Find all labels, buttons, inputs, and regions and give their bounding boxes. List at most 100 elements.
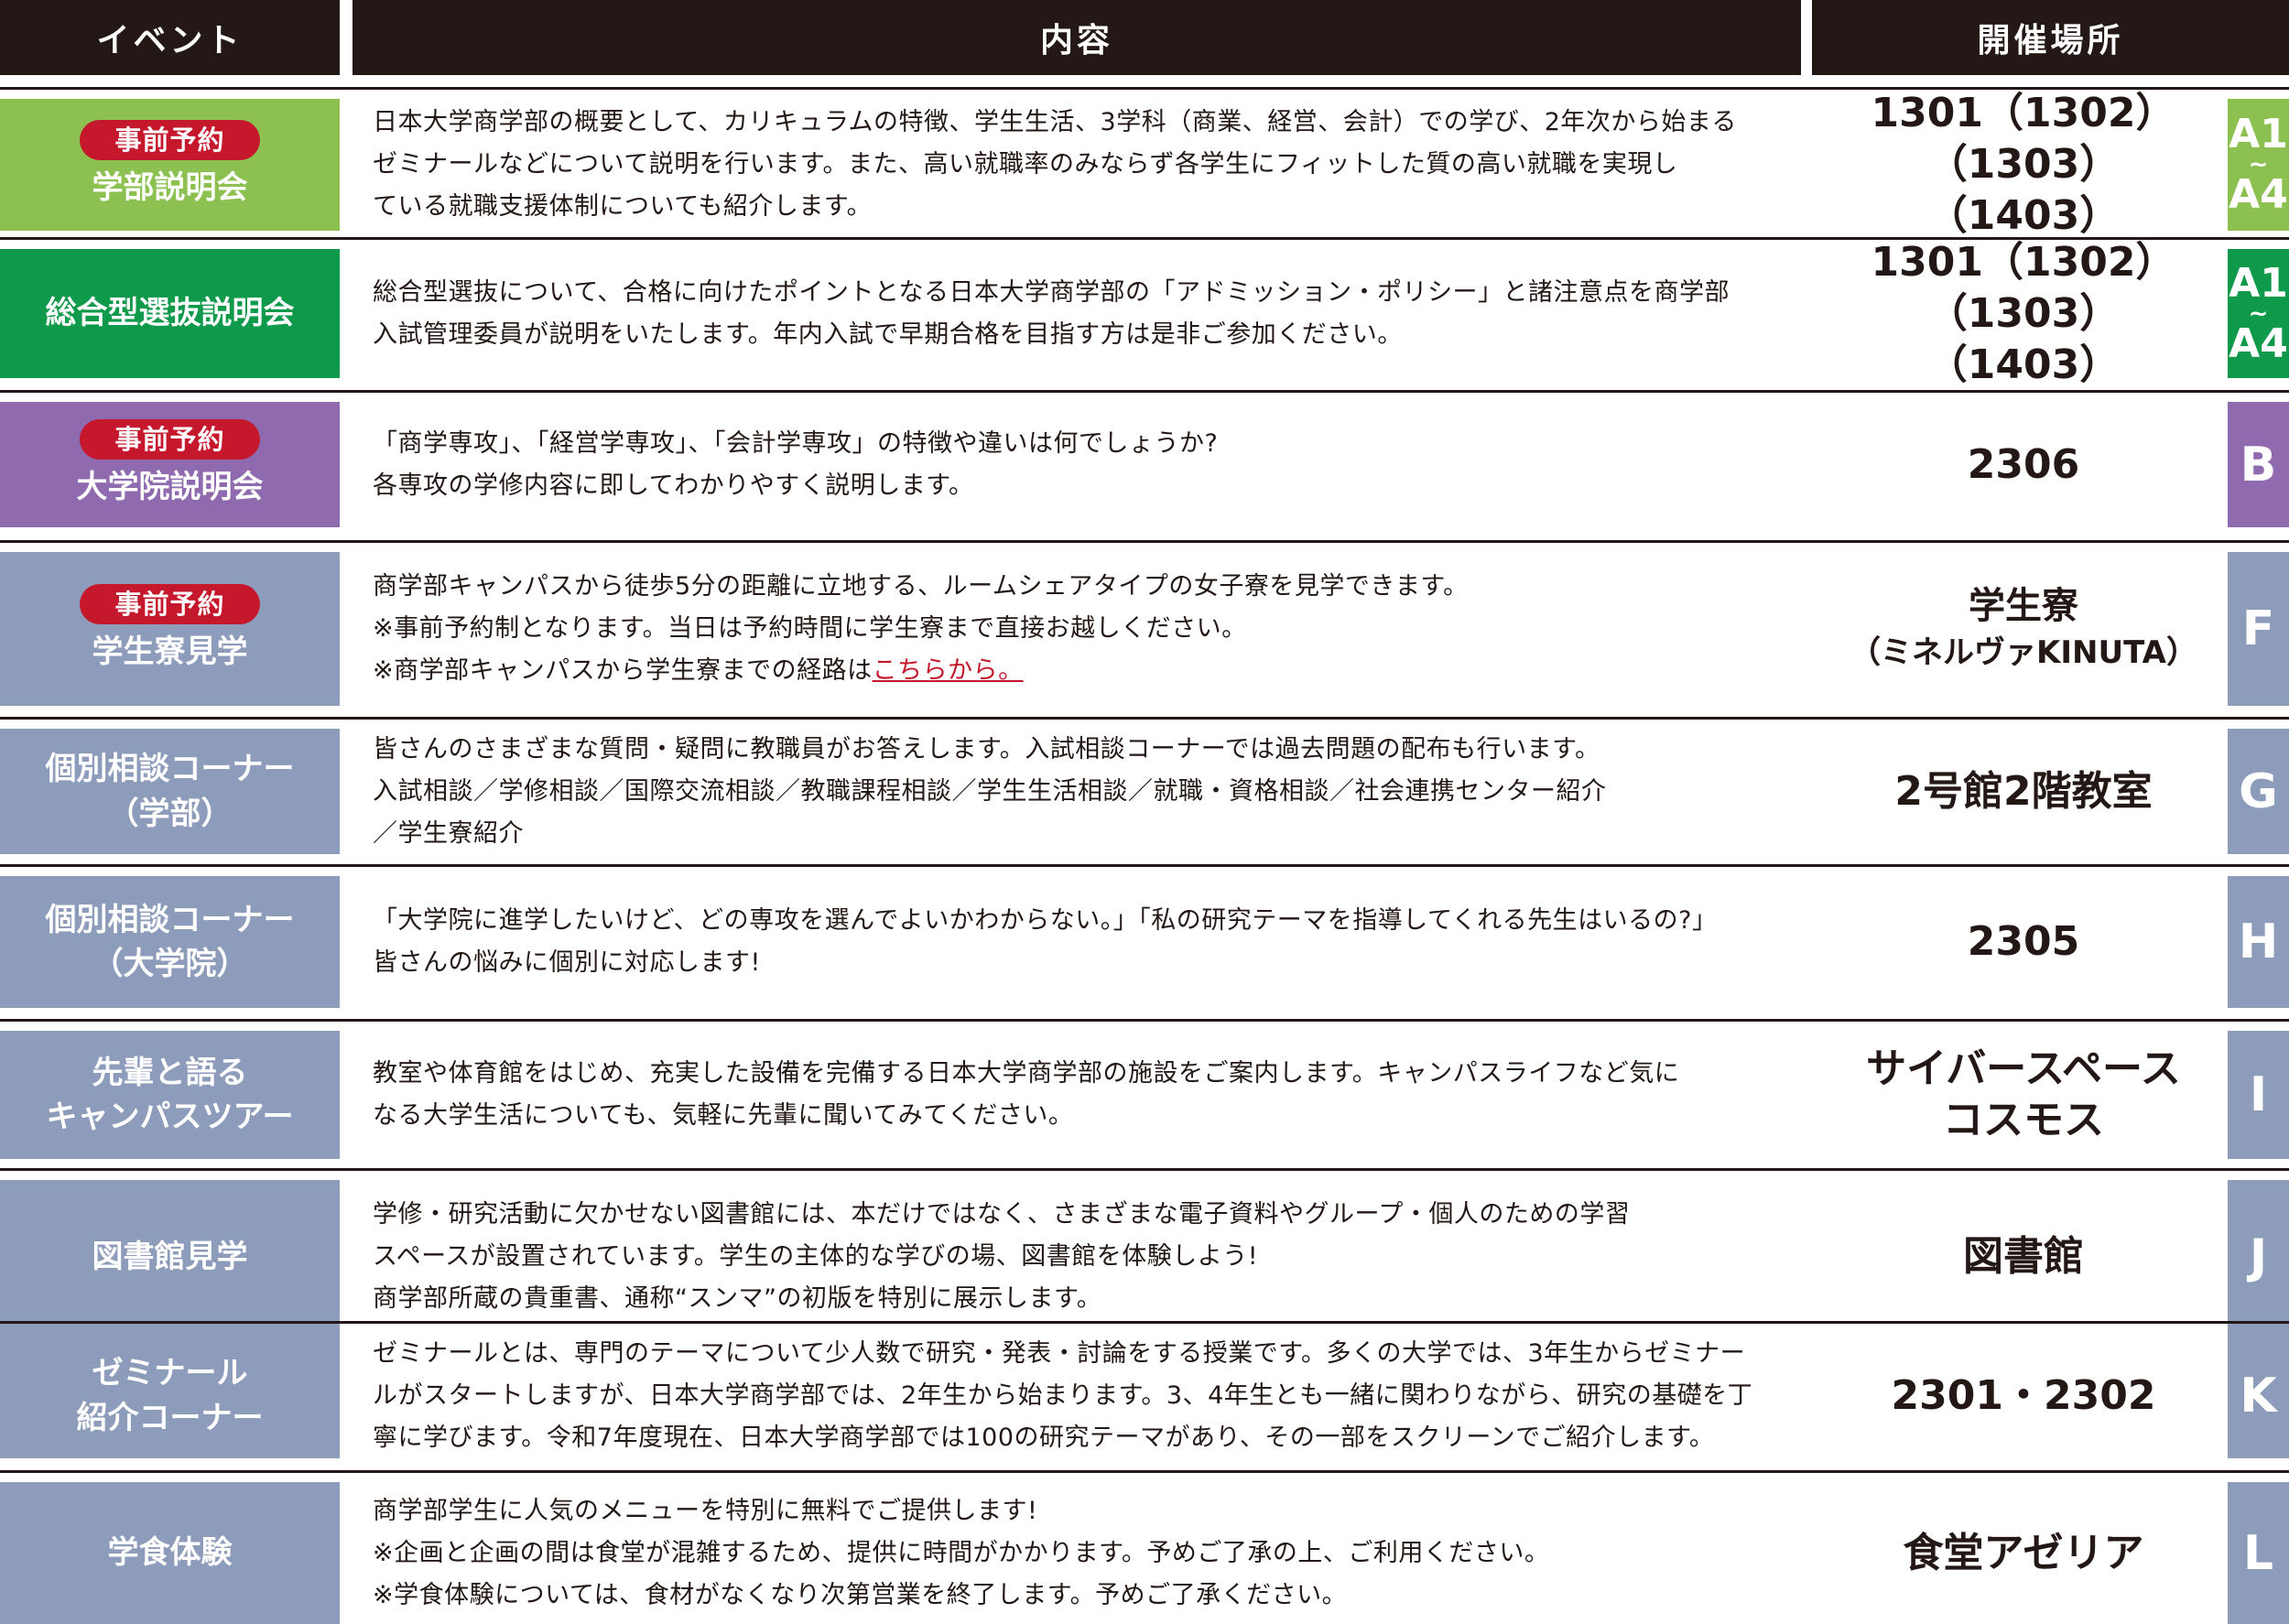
description-text: 寧に学びます。令和7年度現在、日本大学商学部では100の研究テーマがあり、その一… (373, 1423, 1715, 1452)
event-cell: 図書館見学 (0, 1180, 340, 1334)
event-cell: 事前予約 学部説明会 (0, 99, 340, 231)
area-code: B (2240, 437, 2277, 493)
description-text: ※企画と企画の間は食堂が混雑するため、提供に時間がかかります。予めご了承の上、ご… (373, 1538, 1550, 1567)
venue-name: （1403） (1926, 192, 2121, 239)
area-code: G (2239, 763, 2278, 819)
event-title: 学食体験 (107, 1534, 233, 1572)
venue-name: コスモス (1943, 1097, 2104, 1143)
area-code: K (2240, 1368, 2277, 1424)
description-text: ※事前予約制となります。当日は予約時間に学生寮まで直接お越しください。 (373, 614, 1247, 643)
area-code: J (2249, 1229, 2268, 1284)
event-cell: 事前予約 学生寮見学 (0, 552, 340, 706)
table-row: 総合型選抜説明会 総合型選抜について、合格に向けたポイントとなる日本大学商学部の「… (0, 237, 2289, 388)
event-cell: 先輩と語るキャンパスツアー (0, 1031, 340, 1159)
description-line: ゼミナールとは、専門のテーマについて少人数で研究・発表・討論をする授業です。多く… (373, 1333, 1801, 1375)
venue-name: 2301・2302 (1891, 1371, 2156, 1419)
area-code: H (2238, 915, 2279, 969)
event-title: ゼミナール (92, 1355, 248, 1392)
area-code: I (2249, 1067, 2268, 1122)
reservation-badge: 事前予約 (80, 583, 260, 624)
venue-cell: 学生寮 （ミネルヴァKINUTA） (1812, 552, 2235, 706)
table-row: 先輩と語るキャンパスツアー 教室や体育館をはじめ、充実した設備を完備する日本大学商… (0, 1019, 2289, 1159)
description-line: ている就職支援体制についても紹介します。 (373, 186, 1801, 228)
description-text: 皆さんのさまざまな質問・疑問に教職員がお答えします。入試相談コーナーでは過去問題… (373, 734, 1600, 763)
venue-cell: 食堂アゼリア (1812, 1482, 2235, 1624)
description-text: ゼミナールとは、専門のテーマについて少人数で研究・発表・討論をする授業です。多く… (373, 1338, 1746, 1368)
venue-name: （1403） (1926, 341, 2121, 388)
map-area-tag: G (2228, 729, 2289, 854)
map-area-tag: H (2228, 876, 2289, 1008)
description-line: ※企画と企画の間は食堂が混雑するため、提供に時間がかかります。予めご了承の上、ご… (373, 1532, 1801, 1575)
description-line: スペースが設置されています。学生の主体的な学びの場、図書館を体験しよう! (373, 1236, 1801, 1278)
description-text: ／学生寮紹介 (373, 818, 524, 848)
description-line: ゼミナールなどについて説明を行います。また、高い就職率のみならず各学生にフィット… (373, 144, 1801, 186)
description-text: 商学部所蔵の貴重書、通称“スンマ”の初版を特別に展示します。 (373, 1284, 1102, 1313)
venue-cell: 2306 (1812, 402, 2235, 527)
event-title: 先輩と語る (92, 1054, 248, 1091)
map-area-tag: F (2228, 552, 2289, 706)
description-line: ※事前予約制となります。当日は予約時間に学生寮まで直接お越しください。 (373, 608, 1801, 650)
venue-name: 図書館 (1963, 1233, 2084, 1280)
description-line: ルがスタートしますが、日本大学商学部では、2年生から始まります。3、4年生とも一… (373, 1375, 1801, 1417)
event-title: 個別相談コーナー (45, 751, 295, 788)
event-title: 個別相談コーナー (45, 901, 295, 938)
venue-cell: 2305 (1812, 876, 2235, 1008)
area-code: A1 (2229, 111, 2288, 157)
description-text: スペースが設置されています。学生の主体的な学びの場、図書館を体験しよう! (373, 1242, 1259, 1271)
event-title: キャンパスツアー (46, 1099, 294, 1135)
map-area-tag: K (2228, 1333, 2289, 1458)
event-cell: ゼミナール紹介コーナー (0, 1333, 340, 1458)
venue-name: 2306 (1967, 440, 2080, 488)
header-event: イベント (0, 0, 340, 75)
description-text: 皆さんの悩みに個別に対応します! (373, 948, 761, 977)
table-row: 事前予約 学生寮見学 商学部キャンパスから徒歩5分の距離に立地する、ルームシェアタイ… (0, 540, 2289, 706)
table-row: ゼミナール紹介コーナー ゼミナールとは、専門のテーマについて少人数で研究・発表・討… (0, 1321, 2289, 1458)
event-description: ゼミナールとは、専門のテーマについて少人数で研究・発表・討論をする授業です。多く… (373, 1333, 1801, 1458)
description-line: 商学部学生に人気のメニューを特別に無料でご提供します! (373, 1490, 1801, 1532)
description-line: 「大学院に進学したいけど、どの専攻を選んでよいかわからない。」「私の研究テーマを… (373, 900, 1801, 942)
event-description: 学修・研究活動に欠かせない図書館には、本だけではなく、さまざまな電子資料やグルー… (373, 1180, 1801, 1334)
event-title: （学部） (107, 795, 233, 832)
venue-name: サイバースペース (1866, 1045, 2181, 1092)
description-text: ※商学部キャンパスから学生寮までの経路は (373, 656, 873, 685)
venue-name: 2305 (1967, 918, 2080, 965)
description-text: 教室や体育館をはじめ、充実した設備を完備する日本大学商学部の施設をご案内します。… (373, 1059, 1680, 1088)
venue-cell: 図書館 (1812, 1180, 2235, 1334)
event-description: 商学部学生に人気のメニューを特別に無料でご提供します! ※企画と企画の間は食堂が混… (373, 1482, 1801, 1624)
event-cell: 事前予約 大学院説明会 (0, 402, 340, 527)
table-row: 事前予約 大学院説明会 「商学専攻」、「経営学専攻」、「会計学専攻」の特徴や違いは何… (0, 390, 2289, 527)
table-header: イベント 内容 開催場所 (0, 0, 2289, 75)
description-text: 総合型選抜について、合格に向けたポイントとなる日本大学商学部の「アドミッション・… (373, 277, 1730, 307)
venue-cell: サイバースペース コスモス (1812, 1031, 2235, 1159)
event-description: 「大学院に進学したいけど、どの専攻を選んでよいかわからない。」「私の研究テーマを… (373, 876, 1801, 1008)
event-title: 紹介コーナー (76, 1399, 264, 1436)
description-line: ※学食体験については、食材がなくなり次第営業を終了します。予めご了承ください。 (373, 1575, 1801, 1617)
area-code: A4 (2229, 319, 2288, 367)
description-line: 寧に学びます。令和7年度現在、日本大学商学部では100の研究テーマがあり、その一… (373, 1417, 1801, 1459)
reservation-badge: 事前予約 (80, 419, 260, 460)
description-line: ※商学部キャンパスから学生寮までの経路はこちらから。 (373, 650, 1801, 692)
event-cell: 総合型選抜説明会 (0, 249, 340, 378)
venue-cell: 1301（1302）（1303） （1403） (1812, 239, 2235, 388)
event-description: 日本大学商学部の概要として、カリキュラムの特徴、学生生活、3学科（商業、経営、会… (373, 99, 1801, 231)
description-line: 学修・研究活動に欠かせない図書館には、本だけではなく、さまざまな電子資料やグルー… (373, 1194, 1801, 1236)
venue-name: 学生寮 (1969, 585, 2078, 627)
description-text: 「大学院に進学したいけど、どの専攻を選んでよいかわからない。」「私の研究テーマを… (373, 906, 1718, 935)
description-text: 学修・研究活動に欠かせない図書館には、本だけではなく、さまざまな電子資料やグルー… (373, 1200, 1631, 1229)
table-row: 事前予約 学部説明会 日本大学商学部の概要として、カリキュラムの特徴、学生生活、3学… (0, 87, 2289, 239)
venue-name: 食堂アゼリア (1903, 1529, 2144, 1576)
area-code: A1 (2229, 259, 2288, 307)
table-row: 個別相談コーナー （大学院） 「大学院に進学したいけど、どの専攻を選んでよいかわから… (0, 864, 2289, 1008)
description-line: 商学部所蔵の貴重書、通称“スンマ”の初版を特別に展示します。 (373, 1278, 1801, 1320)
description-text: ※学食体験については、食材がなくなり次第営業を終了します。予めご了承ください。 (373, 1580, 1348, 1609)
event-title: 学生寮見学 (92, 633, 248, 670)
event-title: 学部説明会 (92, 168, 248, 206)
route-link[interactable]: こちらから。 (873, 656, 1024, 685)
map-area-tag: B (2228, 402, 2289, 527)
event-cell: 個別相談コーナー （学部） (0, 729, 340, 854)
description-line: 入試管理委員が説明をいたします。年内入試で早期合格を目指す方は是非ご参加ください… (373, 314, 1801, 356)
map-area-tag: L (2228, 1482, 2289, 1624)
event-cell: 学食体験 (0, 1482, 340, 1624)
event-description: 商学部キャンパスから徒歩5分の距離に立地する、ルームシェアタイプの女子寮を見学で… (373, 552, 1801, 706)
description-text: 日本大学商学部の概要として、カリキュラムの特徴、学生生活、3学科（商業、経営、会… (373, 108, 1737, 136)
